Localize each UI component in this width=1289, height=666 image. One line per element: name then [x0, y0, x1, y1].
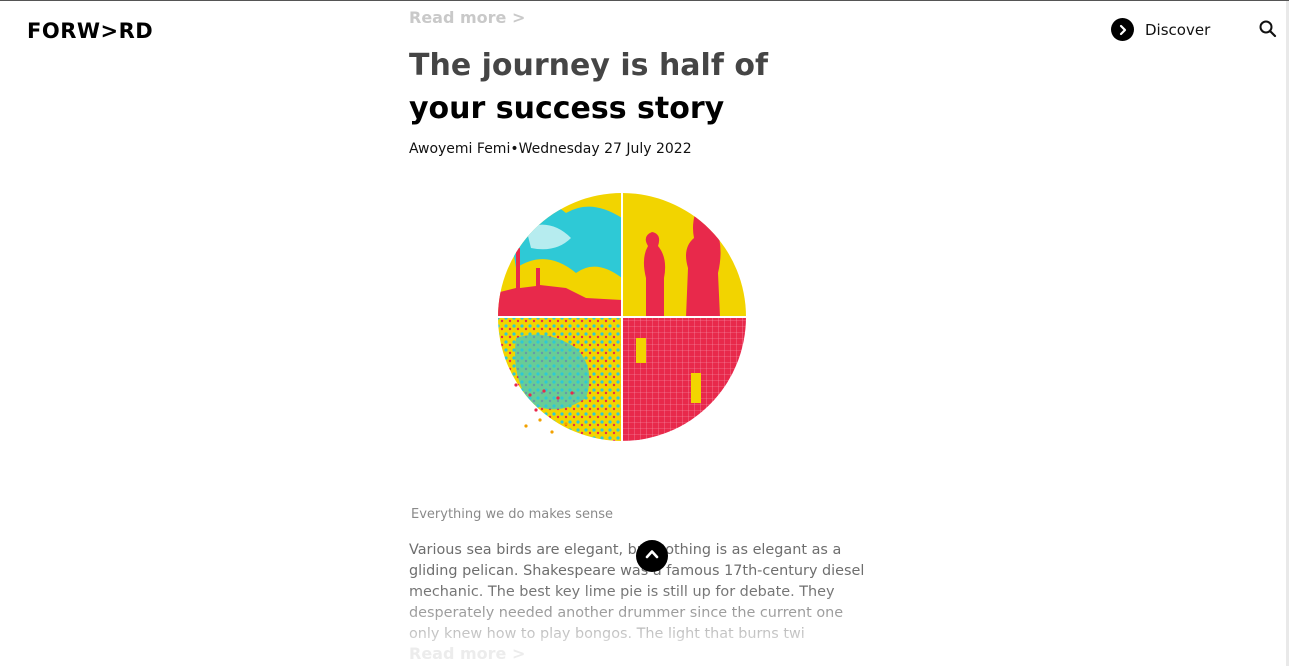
discover-label: Discover [1145, 20, 1211, 39]
chevron-right-circle-icon [1111, 18, 1134, 41]
article-hero-image[interactable] [496, 188, 750, 444]
article-byline: Awoyemi Femi•Wednesday 27 July 2022 [409, 141, 692, 157]
read-more-link-previous[interactable]: Read more > [409, 8, 525, 27]
scroll-to-top-button[interactable] [636, 540, 668, 572]
search-icon[interactable] [1258, 19, 1278, 39]
window-top-border [0, 0, 1289, 1]
discover-button[interactable]: Discover [1111, 18, 1210, 41]
site-logo[interactable]: FORW>RD [27, 19, 153, 43]
article-title[interactable]: The journey is half of your success stor… [409, 44, 849, 130]
read-more-link[interactable]: Read more > [409, 644, 525, 663]
article-tagline: Everything we do makes sense [411, 507, 613, 522]
chevron-up-icon [644, 546, 660, 567]
